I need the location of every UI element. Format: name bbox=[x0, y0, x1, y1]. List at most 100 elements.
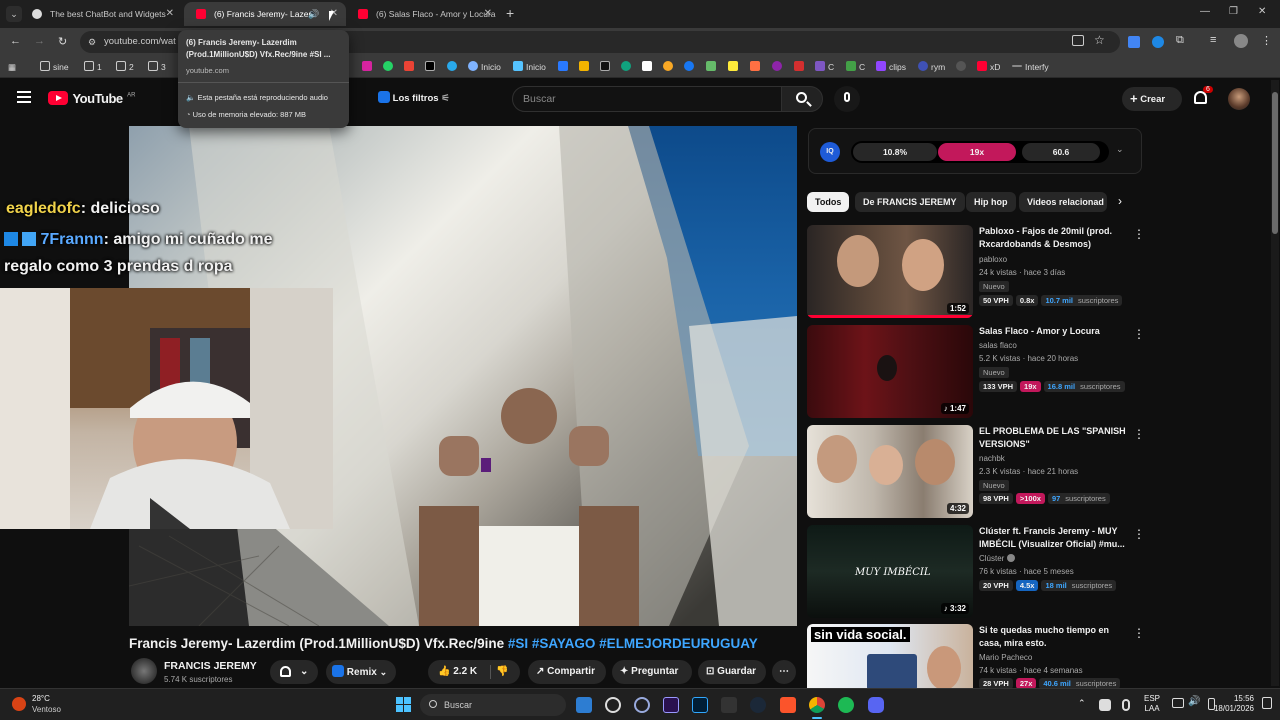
ask-button[interactable]: ✦ Preguntar bbox=[612, 660, 692, 684]
profile-avatar[interactable] bbox=[1234, 34, 1248, 48]
chip-de-francis-jeremy[interactable]: De FRANCIS JEREMY bbox=[855, 192, 965, 212]
recommendation-item[interactable]: ♪ 1:47 Salas Flaco - Amor y Locura salas… bbox=[807, 325, 1145, 421]
video-thumbnail[interactable]: sin vida social. bbox=[807, 624, 973, 688]
recommendation-title[interactable]: Salas Flaco - Amor y Locura bbox=[979, 325, 1129, 338]
steam-icon[interactable] bbox=[750, 697, 766, 713]
recommendation-item[interactable]: 1:52 Pabloxo - Fajos de 20mil (prod. Rxc… bbox=[807, 225, 1145, 321]
recommendation-item[interactable]: sin vida social. Si te quedas mucho tiem… bbox=[807, 624, 1142, 688]
dislike-button[interactable]: 👎 bbox=[496, 660, 508, 684]
brave-icon[interactable] bbox=[780, 697, 796, 713]
bookmark-interfy[interactable]: Interfy bbox=[1012, 56, 1049, 78]
bookmark-misc-9[interactable] bbox=[750, 56, 763, 78]
remix-button[interactable]: Remix ⌄ bbox=[326, 660, 396, 684]
bookmark-misc-11[interactable] bbox=[794, 56, 807, 78]
bookmark-xd[interactable]: xD bbox=[977, 56, 1000, 78]
bookmark-misc-3[interactable] bbox=[600, 56, 613, 78]
media-icon[interactable]: ≡ bbox=[1210, 34, 1216, 46]
recommendation-title[interactable]: EL PROBLEMA DE LAS "SPANISH VERSIONS" bbox=[979, 425, 1129, 450]
recommendation-item[interactable]: MUY IMBÉCIL ♪ 3:32 Clúster ft. Francis J… bbox=[807, 525, 1145, 621]
bookmark-clips[interactable]: clips bbox=[876, 56, 906, 78]
widgets-icon[interactable] bbox=[576, 697, 592, 713]
extension-icon[interactable] bbox=[1152, 36, 1164, 48]
maximize-icon[interactable]: ❐ bbox=[1229, 6, 1238, 17]
bookmark-misc-6[interactable] bbox=[663, 56, 676, 78]
chrome-icon[interactable] bbox=[809, 697, 825, 713]
network-icon[interactable] bbox=[1172, 698, 1184, 708]
close-tab-icon[interactable]: ✕ bbox=[166, 2, 174, 26]
video-thumbnail[interactable]: ♪ 1:47 bbox=[807, 325, 973, 418]
more-options-icon[interactable]: ⋮ bbox=[1133, 626, 1142, 640]
bookmark-facebook[interactable] bbox=[684, 56, 697, 78]
channel-name[interactable]: Clúster bbox=[979, 554, 1015, 563]
install-icon[interactable] bbox=[1072, 35, 1084, 46]
bookmark-misc-2[interactable] bbox=[579, 56, 592, 78]
video-thumbnail[interactable]: MUY IMBÉCIL ♪ 3:32 bbox=[807, 525, 973, 618]
microphone-icon[interactable] bbox=[1122, 699, 1130, 711]
more-options-icon[interactable]: ⋮ bbox=[1133, 527, 1145, 541]
bookmark-misc-14[interactable] bbox=[956, 56, 969, 78]
spotify-icon[interactable] bbox=[838, 697, 854, 713]
task-view-icon[interactable] bbox=[605, 697, 621, 713]
save-button[interactable]: ⊡ Guardar bbox=[698, 660, 766, 684]
video-thumbnail[interactable]: 1:52 bbox=[807, 225, 973, 318]
copilot-icon[interactable] bbox=[634, 697, 650, 713]
recommendation-item[interactable]: 4:32 EL PROBLEMA DE LAS "SPANISH VERSION… bbox=[807, 425, 1145, 521]
bookmark-misc-5[interactable] bbox=[642, 56, 655, 78]
youtube-logo[interactable]: YouTube AR bbox=[48, 90, 135, 106]
more-options-icon[interactable]: ⋮ bbox=[1133, 327, 1145, 341]
search-input[interactable]: Buscar bbox=[512, 86, 782, 112]
bookmark-folder-2[interactable]: 2 bbox=[116, 56, 134, 78]
bookmark-gmail[interactable] bbox=[404, 56, 417, 78]
subscribed-bell-button[interactable]: ⌄ bbox=[270, 660, 318, 684]
search-button[interactable] bbox=[781, 86, 823, 112]
recommendation-title[interactable]: Clúster ft. Francis Jeremy - MUY IMBÉCIL… bbox=[979, 525, 1129, 550]
tray-app-icon[interactable] bbox=[1099, 699, 1111, 711]
bookmark-misc-1[interactable] bbox=[558, 56, 571, 78]
menu-icon[interactable]: ⋮ bbox=[1261, 34, 1272, 47]
chip-videos-relacionados[interactable]: Videos relacionad bbox=[1019, 192, 1107, 212]
clock[interactable]: 15:56 18/01/2026 bbox=[1208, 694, 1254, 714]
bookmark-x[interactable] bbox=[425, 56, 438, 78]
recommendation-title[interactable]: Pabloxo - Fajos de 20mil (prod. Rxcardob… bbox=[979, 225, 1129, 250]
minimize-icon[interactable]: — bbox=[1200, 6, 1210, 17]
close-window-icon[interactable]: ✕ bbox=[1258, 6, 1266, 17]
tray-overflow-icon[interactable]: ⌃ bbox=[1078, 698, 1086, 709]
apps-icon[interactable]: ▦ bbox=[8, 56, 16, 78]
avatar[interactable] bbox=[1228, 88, 1250, 110]
bookmark-telegram[interactable] bbox=[447, 56, 460, 78]
reload-icon[interactable]: ↻ bbox=[58, 35, 67, 48]
puzzle-icon[interactable]: ⧉ bbox=[1176, 34, 1184, 47]
language-indicator[interactable]: ESP LAA bbox=[1144, 694, 1160, 714]
channel-name[interactable]: FRANCIS JEREMY bbox=[164, 660, 257, 672]
bookmark-misc-10[interactable] bbox=[772, 56, 785, 78]
bookmark-folder-3[interactable]: 3 bbox=[148, 56, 166, 78]
chevron-right-icon[interactable]: › bbox=[1118, 194, 1122, 208]
tab-salas-flaco[interactable]: (6) Salas Flaco - Amor y Locura ✕ bbox=[346, 2, 500, 26]
bookmark-inicio-1[interactable]: Inicio bbox=[468, 56, 501, 78]
bookmark-misc-7[interactable] bbox=[706, 56, 719, 78]
discord-icon[interactable] bbox=[868, 697, 884, 713]
bookmark-folder-1[interactable]: 1 bbox=[84, 56, 102, 78]
recommendation-title[interactable]: Si te quedas mucho tiempo en casa, mira … bbox=[979, 624, 1129, 649]
tab-francis-jeremy[interactable]: (6) Francis Jeremy- Lazerdim 🔊 ✕ bbox=[184, 2, 346, 26]
bookmark-whatsapp[interactable] bbox=[383, 56, 396, 78]
hamburger-menu-icon[interactable] bbox=[17, 91, 31, 103]
speaker-icon[interactable]: 🔊 bbox=[308, 2, 319, 26]
more-options-icon[interactable]: ⋮ bbox=[1133, 427, 1145, 441]
share-button[interactable]: ↗ Compartir bbox=[528, 660, 606, 684]
chip-hip-hop[interactable]: Hip hop bbox=[966, 192, 1016, 212]
hashtags[interactable]: #SI #SAYAGO #ELMEJORDEURUGUAY bbox=[508, 636, 758, 651]
bookmark-folder-sine[interactable]: sine bbox=[40, 56, 69, 78]
tab-chatbot[interactable]: The best ChatBot and Widgets ✕ bbox=[20, 2, 182, 26]
taskbar-search-input[interactable]: Buscar bbox=[420, 694, 566, 716]
video-thumbnail[interactable]: 4:32 bbox=[807, 425, 973, 518]
microphone-button[interactable] bbox=[834, 86, 860, 112]
channel-name[interactable]: nachbk bbox=[979, 454, 1005, 463]
bookmark-inicio-2[interactable]: Inicio bbox=[513, 56, 546, 78]
bookmark-misc-8[interactable] bbox=[728, 56, 741, 78]
site-info-icon[interactable]: ⚙ bbox=[88, 31, 96, 53]
forward-icon[interactable]: → bbox=[34, 35, 45, 47]
start-button[interactable] bbox=[396, 697, 412, 713]
weather-widget[interactable]: 28°C Ventoso bbox=[12, 693, 72, 717]
new-tab-icon[interactable]: + bbox=[506, 5, 514, 21]
